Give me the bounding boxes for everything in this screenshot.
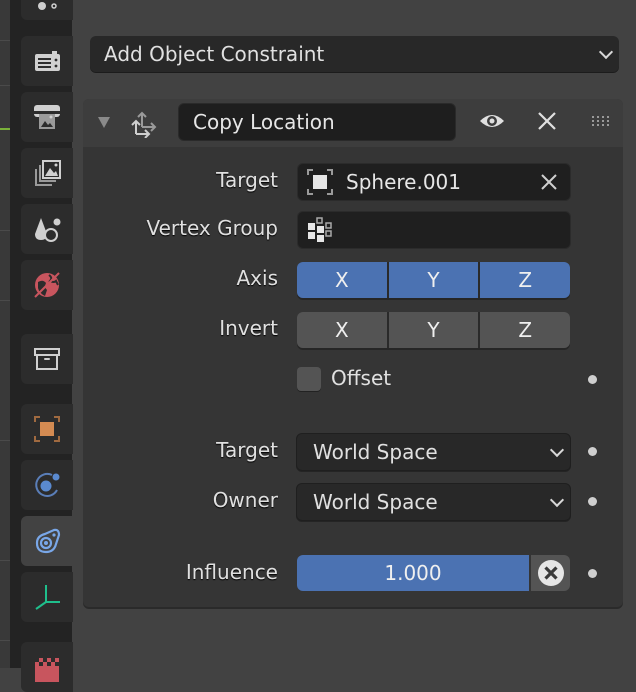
tab-world[interactable] <box>21 260 73 310</box>
offset-checkbox[interactable] <box>297 367 321 391</box>
eye-icon[interactable] <box>478 109 506 133</box>
drag-handle-icon[interactable] <box>591 115 613 127</box>
axis-x-toggle[interactable]: X <box>297 262 387 298</box>
object-constraint-icon <box>35 528 61 554</box>
vertex-group-field[interactable] <box>297 211 571 249</box>
influence-value: 1.000 <box>384 561 442 585</box>
target-space-value: World Space <box>313 440 438 464</box>
physics-icon <box>35 472 60 497</box>
tab-render[interactable] <box>21 36 73 86</box>
influence-keyframe-dot[interactable] <box>588 569 597 578</box>
invert-y-toggle[interactable]: Y <box>386 312 479 348</box>
tab-physics[interactable] <box>21 460 73 510</box>
target-value: Sphere.001 <box>346 170 461 194</box>
tab-object-data[interactable] <box>21 572 73 622</box>
tool-icon <box>38 2 57 10</box>
target-space-label: Target <box>216 438 278 462</box>
offset-keyframe-dot[interactable] <box>588 375 597 384</box>
camera-back-icon <box>35 51 60 71</box>
invert-x-toggle[interactable]: X <box>297 312 387 348</box>
constraint-name-input[interactable]: Copy Location <box>178 103 456 141</box>
target-field[interactable]: Sphere.001 <box>297 163 571 201</box>
disable-keep-transform-button[interactable] <box>531 555 570 591</box>
vertex-group-label: Vertex Group <box>146 216 278 240</box>
owner-space-label: Owner <box>212 488 278 512</box>
axis-line <box>0 128 10 130</box>
close-icon[interactable] <box>535 109 559 133</box>
invert-toggle-group: X Y Z <box>297 312 570 348</box>
tab-tool[interactable] <box>21 0 73 20</box>
offset-label: Offset <box>331 366 392 390</box>
box-icon <box>34 348 60 370</box>
invert-z-toggle[interactable]: Z <box>478 312 570 348</box>
tab-constraints[interactable] <box>21 516 73 566</box>
target-space-dropdown[interactable]: World Space <box>296 433 571 471</box>
printer-icon <box>34 105 60 129</box>
world-icon <box>34 272 60 298</box>
constraint-name-text: Copy Location <box>193 110 335 134</box>
constraint-header: Copy Location <box>83 99 623 147</box>
tab-texture[interactable] <box>21 642 73 692</box>
object-square-icon <box>34 416 60 442</box>
add-object-constraint-dropdown[interactable]: Add Object Constraint <box>90 36 619 72</box>
tab-object[interactable] <box>21 404 73 454</box>
invert-label: Invert <box>219 316 278 340</box>
axis-y-toggle[interactable]: Y <box>386 262 479 298</box>
empty-axes-icon <box>35 585 60 610</box>
x-circle-icon <box>537 560 564 586</box>
checker-icon <box>35 658 59 682</box>
owner-space-keyframe-dot[interactable] <box>588 497 597 506</box>
add-object-constraint-label: Add Object Constraint <box>104 42 325 66</box>
target-space-keyframe-dot[interactable] <box>588 447 597 456</box>
object-target-icon <box>307 169 333 195</box>
tab-collection[interactable] <box>21 334 73 384</box>
target-label: Target <box>216 168 278 192</box>
collapse-triangle-icon[interactable] <box>98 117 110 128</box>
owner-space-dropdown[interactable]: World Space <box>296 483 571 521</box>
tab-divider <box>73 0 81 668</box>
axis-z-toggle[interactable]: Z <box>478 262 570 298</box>
vertex-group-icon <box>308 217 332 242</box>
scene-icon <box>35 218 61 242</box>
tab-output[interactable] <box>21 92 73 142</box>
copy-location-icon <box>131 111 157 138</box>
influence-label: Influence <box>185 560 278 584</box>
chevron-down-icon <box>549 492 565 508</box>
tab-view-layer[interactable] <box>21 148 73 198</box>
image-stack-icon <box>35 160 61 186</box>
axis-label: Axis <box>236 266 279 290</box>
chevron-down-icon <box>549 442 565 458</box>
axis-toggle-group: X Y Z <box>297 262 570 298</box>
tab-scene[interactable] <box>21 204 73 254</box>
chevron-down-icon <box>598 44 614 60</box>
clear-target-icon[interactable] <box>540 173 558 191</box>
owner-space-value: World Space <box>313 490 438 514</box>
influence-slider[interactable]: 1.000 <box>297 555 529 591</box>
